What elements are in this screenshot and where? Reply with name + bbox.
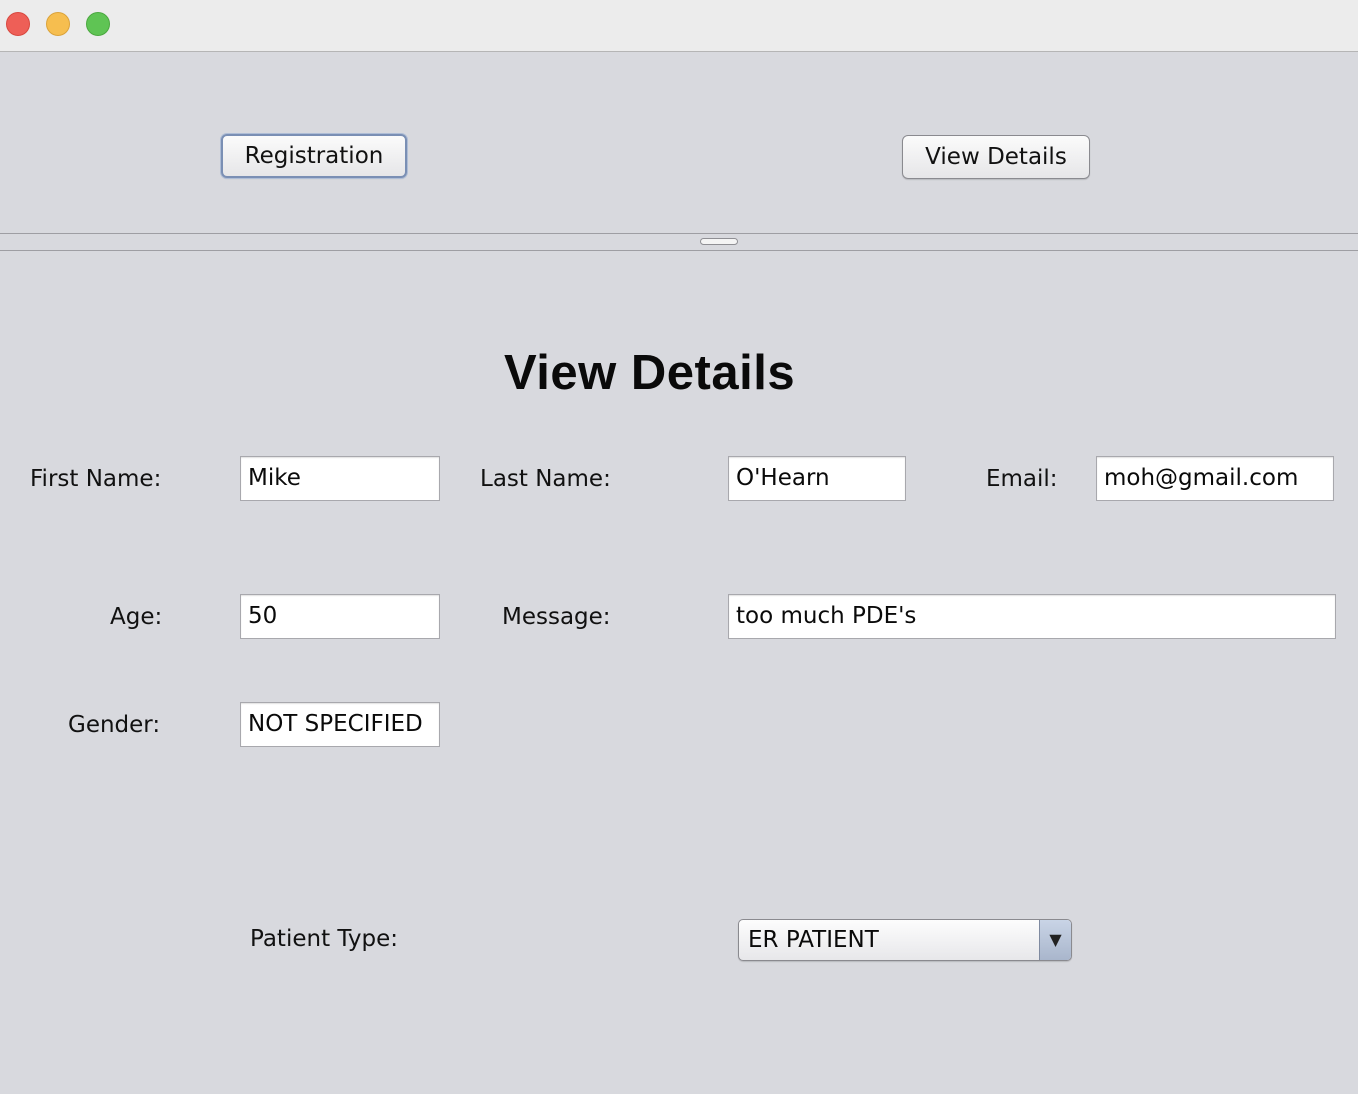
navigation-pane: Registration View Details: [0, 53, 1358, 233]
last-name-label: Last Name:: [480, 466, 611, 492]
message-field[interactable]: too much PDE's: [728, 594, 1336, 639]
chevron-down-icon[interactable]: ▼: [1039, 920, 1071, 960]
close-window-button[interactable]: [6, 12, 30, 36]
title-bar: [0, 0, 1358, 52]
age-label: Age:: [110, 604, 163, 630]
maximize-window-button[interactable]: [86, 12, 110, 36]
gender-field[interactable]: NOT SPECIFIED: [240, 702, 440, 747]
email-field[interactable]: moh@gmail.com: [1096, 456, 1334, 501]
patient-type-label: Patient Type:: [250, 926, 398, 952]
age-field[interactable]: 50: [240, 594, 440, 639]
gender-label: Gender:: [68, 712, 161, 738]
divider-grip-handle[interactable]: [700, 238, 738, 245]
last-name-field[interactable]: O'Hearn: [728, 456, 906, 501]
split-pane-divider[interactable]: [0, 233, 1358, 251]
registration-button[interactable]: Registration: [221, 134, 407, 178]
details-pane: View Details First Name: Mike Last Name:…: [0, 251, 1358, 1094]
first-name-label: First Name:: [30, 466, 162, 492]
patient-type-selected-value: ER PATIENT: [748, 927, 879, 953]
email-label: Email:: [986, 466, 1058, 492]
first-name-field[interactable]: Mike: [240, 456, 440, 501]
minimize-window-button[interactable]: [46, 12, 70, 36]
message-label: Message:: [502, 604, 611, 630]
view-details-button[interactable]: View Details: [902, 135, 1090, 179]
app-window: Registration View Details View Details F…: [0, 0, 1358, 1094]
patient-type-dropdown[interactable]: ER PATIENT ▼: [738, 919, 1072, 961]
page-title: View Details: [504, 346, 796, 400]
